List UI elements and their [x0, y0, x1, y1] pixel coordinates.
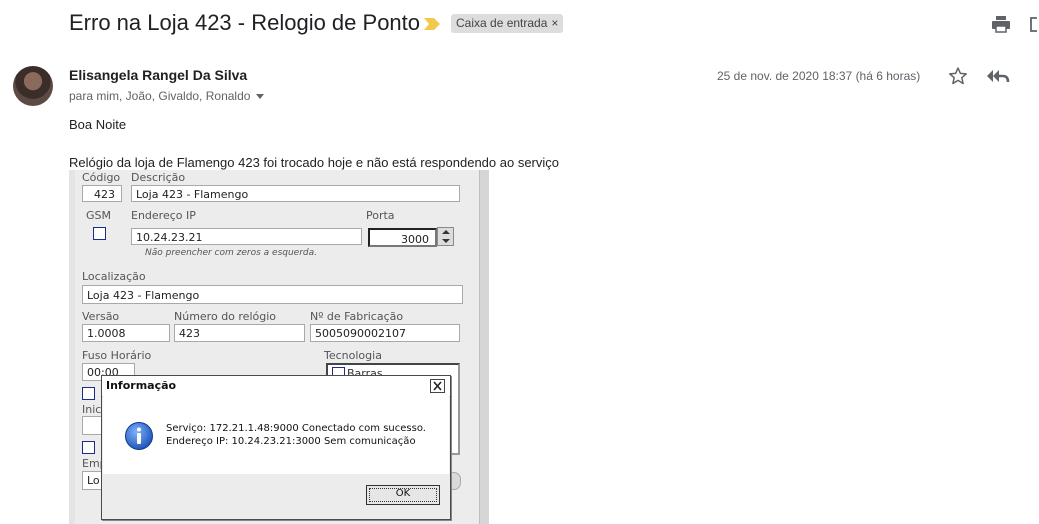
fabricacao-field[interactable]: 5005090002107 — [310, 324, 460, 342]
importance-marker-icon[interactable] — [424, 18, 440, 30]
sender-name[interactable]: Elisangela Rangel Da Silva — [69, 67, 247, 83]
versao-label: Versão — [82, 310, 120, 323]
email-date: 25 de nov. de 2020 18:37 (há 6 horas) — [717, 69, 921, 83]
info-icon — [125, 422, 153, 450]
close-icon[interactable] — [430, 379, 445, 393]
email-body-greeting: Boa Noite — [69, 117, 127, 132]
show-details-chevron-icon[interactable] — [256, 94, 265, 100]
open-new-window-icon[interactable] — [1028, 14, 1039, 34]
numero-relogio-field[interactable]: 423 — [174, 324, 305, 342]
label-chip-inbox: Caixa de entrada × — [451, 14, 564, 33]
gsm-checkbox[interactable] — [93, 227, 106, 240]
descricao-field[interactable]: Loja 423 - Flamengo — [131, 185, 460, 202]
porta-label: Porta — [366, 209, 395, 222]
screenshot-scrollbar — [479, 170, 489, 524]
dialog-title: Informação — [106, 379, 177, 392]
ip-field[interactable]: 10.24.23.21 — [131, 228, 362, 245]
recipients-text: para mim, João, Givaldo, Ronaldo — [69, 89, 251, 103]
print-icon[interactable] — [991, 14, 1011, 34]
dialog-message-area — [103, 396, 449, 474]
partial-checkbox-2[interactable] — [82, 441, 95, 454]
ip-hint: Não preencher com zeros a esquerda. — [145, 248, 318, 258]
star-icon[interactable] — [948, 66, 968, 86]
fabricacao-label: Nº de Fabricação — [310, 310, 404, 323]
localizacao-label: Localização — [82, 270, 146, 283]
email-subject: Erro na Loja 423 - Relogio de Ponto — [69, 10, 421, 35]
recipients-line[interactable]: para mim, João, Givaldo, Ronaldo — [69, 89, 265, 103]
tecnologia-label: Tecnologia — [324, 349, 382, 362]
email-body-message: Relógio da loja de Flamengo 423 foi troc… — [69, 155, 560, 170]
sender-avatar — [13, 66, 53, 106]
porta-field[interactable]: 3000 — [368, 228, 437, 247]
partial-label-inic: Inic — [82, 403, 102, 416]
spin-down-icon[interactable] — [442, 239, 450, 243]
dialog-line-1: Serviço: 172.21.1.48:9000 Conectado com … — [166, 423, 426, 434]
dialog-line-2: Endereço IP: 10.24.23.21:3000 Sem comuni… — [166, 436, 416, 447]
partial-checkbox-1[interactable] — [82, 387, 95, 400]
dialog-titlebar[interactable]: Informação — [102, 376, 450, 397]
label-chip-text: Caixa de entrada — [456, 16, 548, 30]
codigo-label: Código — [82, 171, 121, 184]
descricao-label: Descrição — [131, 171, 186, 184]
porta-spinner[interactable] — [437, 227, 454, 246]
remove-label-icon[interactable]: × — [551, 16, 558, 30]
ip-label: Endereço IP — [131, 209, 196, 222]
screenshot-left-border — [69, 170, 75, 524]
info-dialog: Informação Serviço: 172.21.1.48:9000 Con… — [101, 375, 451, 520]
versao-field[interactable]: 1.0008 — [82, 324, 170, 342]
codigo-field[interactable]: 423 — [82, 185, 122, 202]
numero-relogio-label: Número do relógio — [174, 310, 277, 323]
gsm-label: GSM — [86, 209, 111, 222]
spin-up-icon[interactable] — [442, 230, 450, 234]
fuso-label: Fuso Horário — [82, 349, 152, 362]
reply-all-icon[interactable] — [986, 66, 1010, 86]
ok-button[interactable]: OK — [366, 485, 440, 505]
localizacao-field[interactable]: Loja 423 - Flamengo — [82, 285, 463, 304]
